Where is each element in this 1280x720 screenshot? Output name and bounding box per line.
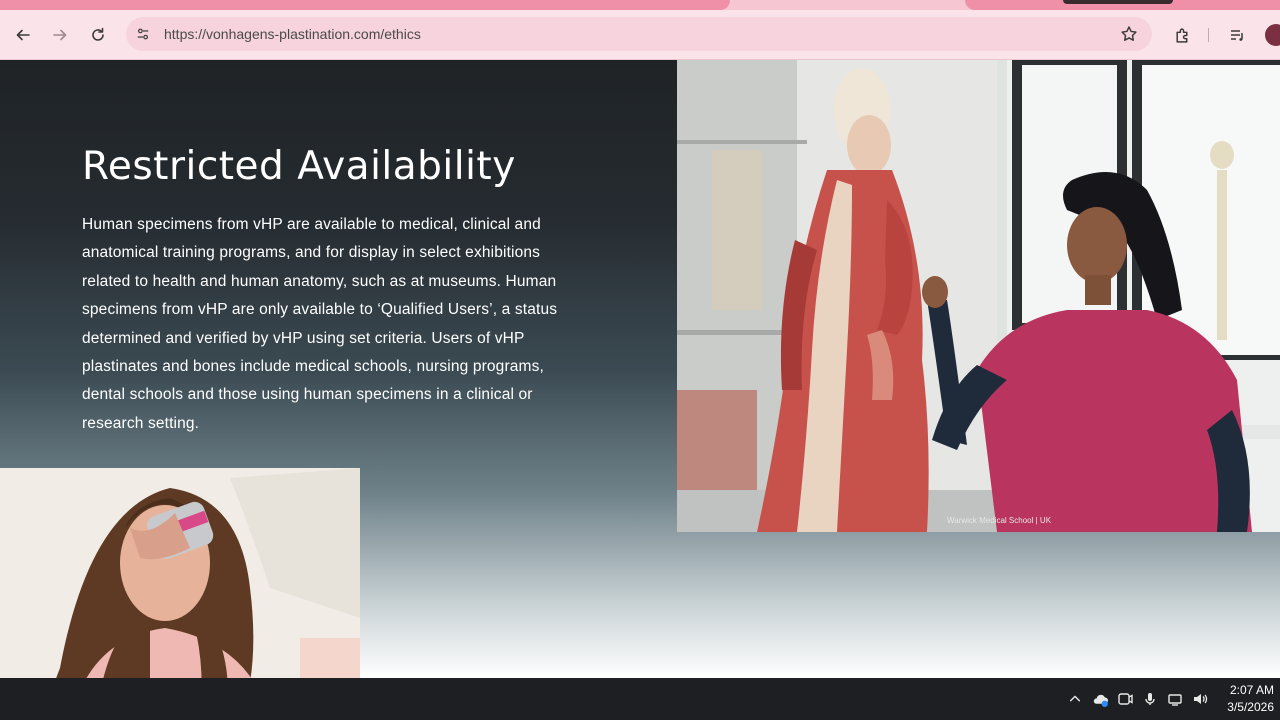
url-text[interactable]: https://vonhagens-plastination.com/ethic… bbox=[164, 26, 421, 42]
reload-button[interactable] bbox=[85, 22, 111, 48]
clock-time: 2:07 AM bbox=[1229, 683, 1274, 697]
forward-icon bbox=[53, 29, 67, 41]
reload-icon bbox=[92, 27, 104, 41]
site-info-icon[interactable] bbox=[134, 25, 152, 43]
chevron-up-icon[interactable] bbox=[1066, 690, 1084, 708]
extensions-icon[interactable] bbox=[1171, 24, 1193, 46]
anatomy-photo: Warwick Medical School | UK bbox=[677, 60, 1280, 532]
browser-toolbar: https://vonhagens-plastination.com/ethic… bbox=[0, 10, 1280, 60]
page-body-text: Human specimens from vHP are available t… bbox=[82, 216, 558, 432]
volume-icon[interactable] bbox=[1191, 690, 1209, 708]
system-clock[interactable]: 2:07 AM 3/5/2026 bbox=[1212, 682, 1274, 716]
bookmark-star-icon[interactable] bbox=[1120, 25, 1138, 43]
network-icon[interactable] bbox=[1166, 690, 1184, 708]
media-queue-icon[interactable] bbox=[1226, 24, 1248, 46]
address-bar[interactable]: https://vonhagens-plastination.com/ethic… bbox=[126, 17, 1152, 51]
plastinate-illustration bbox=[677, 60, 1280, 532]
toolbar-divider bbox=[1208, 28, 1209, 42]
back-button[interactable] bbox=[10, 22, 36, 48]
forward-button[interactable] bbox=[47, 22, 73, 48]
image-credit: Warwick Medical School | UK bbox=[947, 516, 1052, 525]
active-tab[interactable] bbox=[0, 0, 730, 10]
onedrive-icon[interactable] bbox=[1091, 690, 1109, 708]
tab-strip bbox=[0, 0, 1280, 10]
window-controls-strip bbox=[1063, 0, 1173, 4]
microphone-icon[interactable] bbox=[1141, 690, 1159, 708]
windows-taskbar: 2:07 AM 3/5/2026 bbox=[0, 678, 1280, 720]
back-icon bbox=[16, 29, 30, 41]
profile-avatar[interactable] bbox=[1265, 24, 1280, 46]
clock-date: 3/5/2026 bbox=[1227, 700, 1274, 714]
teams-icon[interactable] bbox=[1116, 690, 1134, 708]
page-heading: Restricted Availability bbox=[82, 144, 516, 189]
